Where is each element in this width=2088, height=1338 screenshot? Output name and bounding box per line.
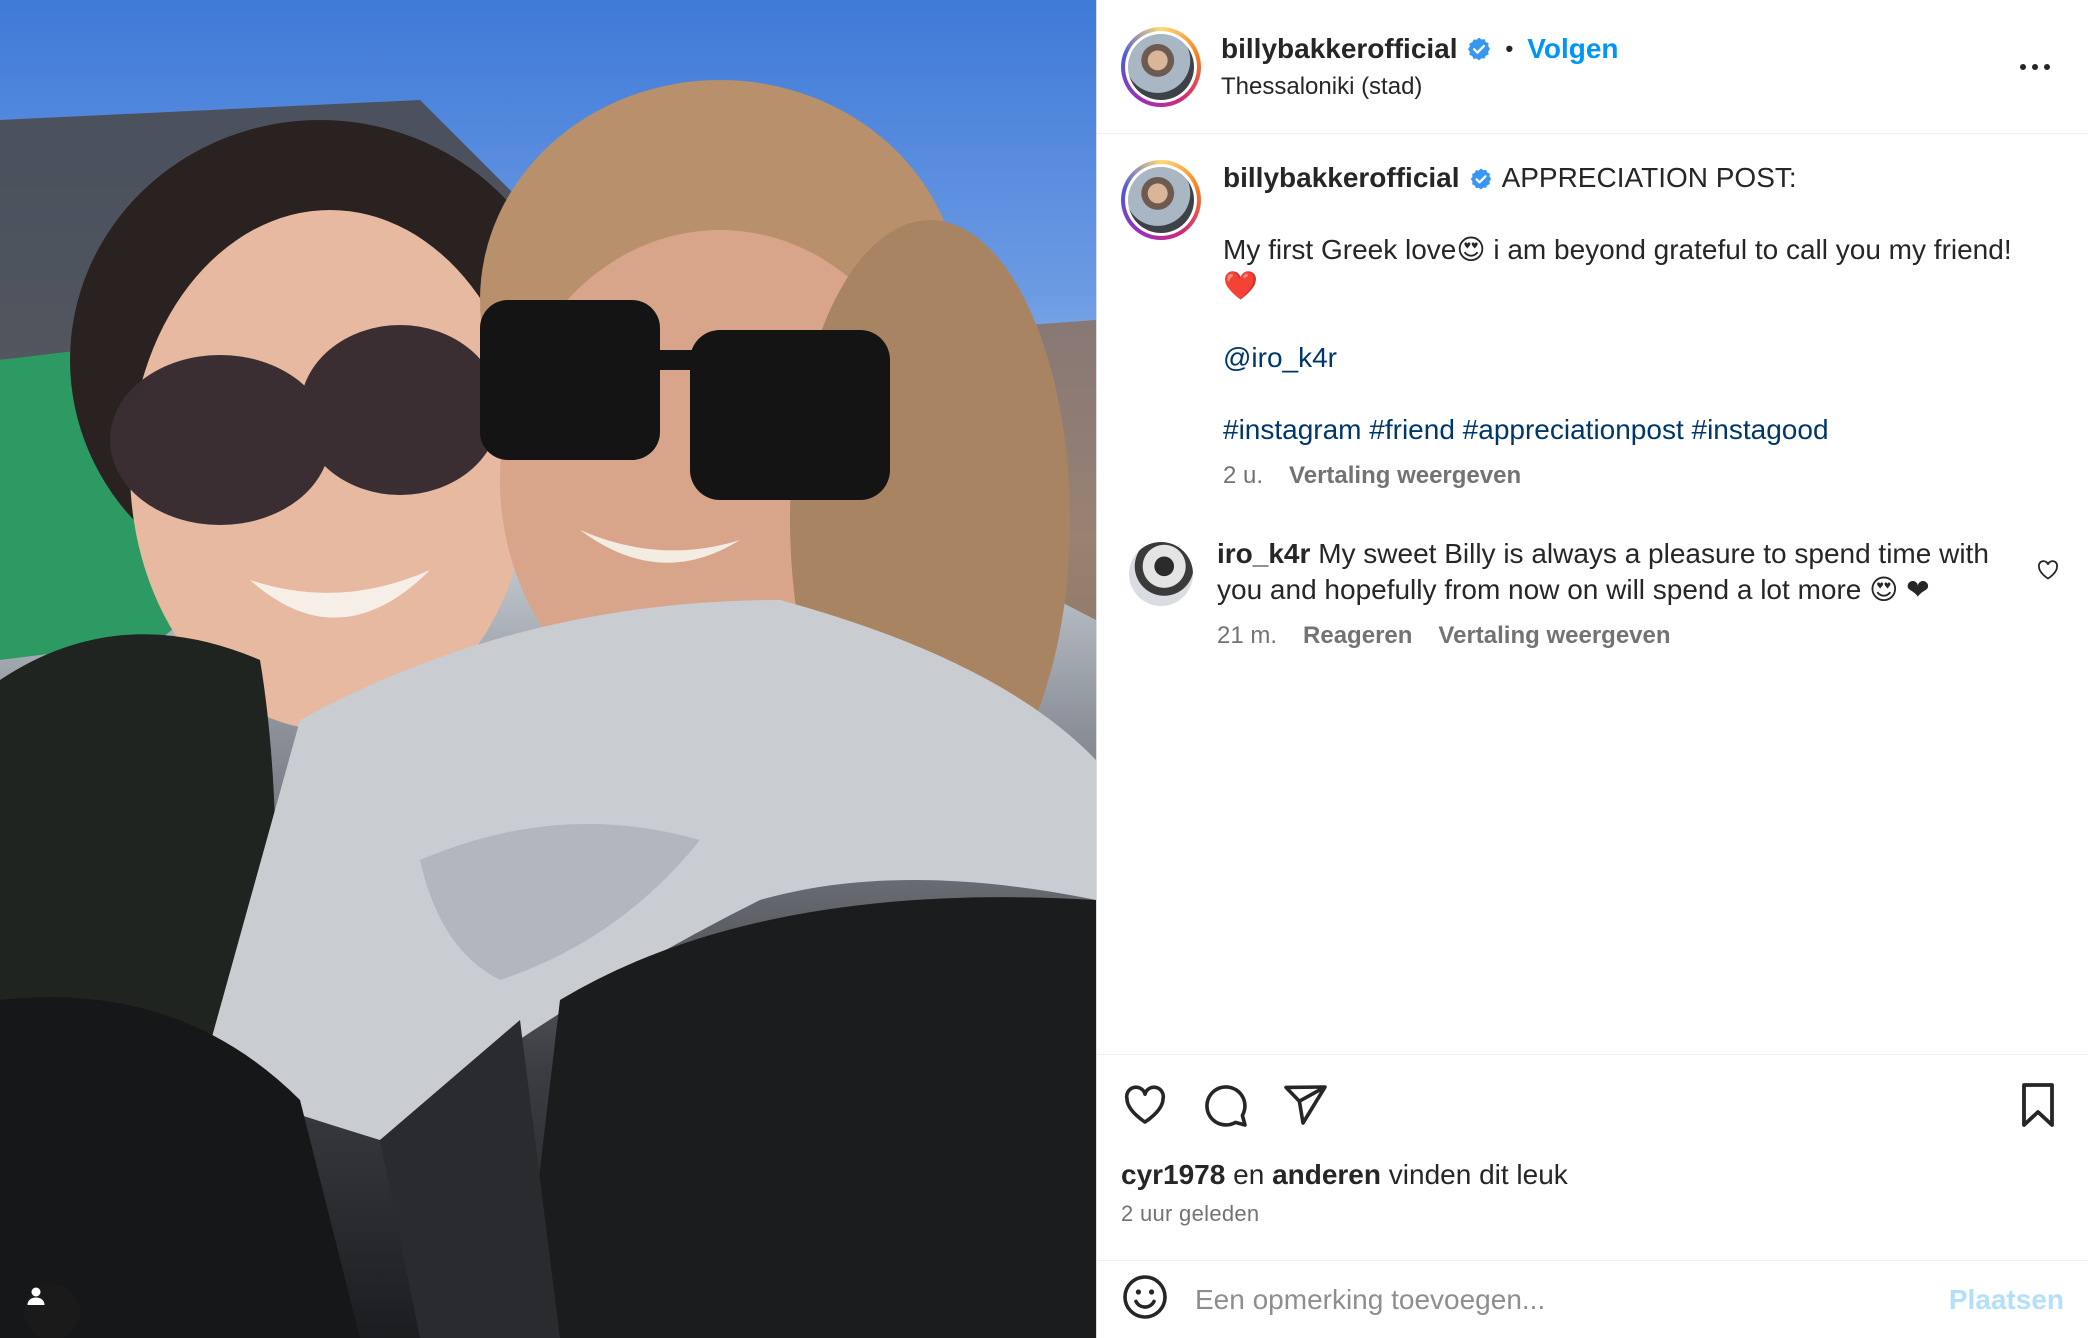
post-timestamp[interactable]: 2 uur geleden bbox=[1121, 1201, 2060, 1227]
caption-time[interactable]: 2 u. bbox=[1223, 458, 1263, 494]
author-info: billybakkerofficial • Volgen Thessalonik… bbox=[1221, 33, 1619, 101]
share-icon[interactable] bbox=[1281, 1081, 1329, 1129]
add-comment-bar: Plaatsen bbox=[1097, 1260, 2088, 1338]
post-header: billybakkerofficial • Volgen Thessalonik… bbox=[1097, 0, 2088, 134]
comments-section: billybakkerofficial APPRECIATION POST: M… bbox=[1097, 134, 2088, 1054]
post-side-panel: billybakkerofficial • Volgen Thessalonik… bbox=[1096, 0, 2088, 1338]
caption: billybakkerofficial APPRECIATION POST: M… bbox=[1121, 160, 2064, 494]
comment: iro_k4r My sweet Billy is always a pleas… bbox=[1121, 536, 2064, 654]
verified-badge-icon bbox=[1466, 36, 1492, 62]
heart-icon[interactable] bbox=[1121, 1081, 1169, 1129]
caption-hashtags[interactable]: #instagram #friend #appreciationpost #in… bbox=[1223, 414, 1829, 445]
commenter-username[interactable]: iro_k4r bbox=[1217, 538, 1310, 569]
post-comment-button[interactable]: Plaatsen bbox=[1949, 1284, 2064, 1316]
caption-text: My first Greek love😍 i am beyond gratefu… bbox=[1223, 234, 2012, 301]
caption-username[interactable]: billybakkerofficial bbox=[1223, 162, 1460, 193]
likes-and: en bbox=[1233, 1159, 1265, 1190]
user-tag-icon bbox=[27, 1287, 45, 1305]
author-avatar[interactable] bbox=[1121, 26, 1201, 107]
caption-mention-link[interactable]: @iro_k4r bbox=[1223, 342, 1337, 373]
comment-like-heart-icon[interactable] bbox=[2036, 558, 2060, 587]
selfie-illustration bbox=[0, 80, 1096, 1338]
comment-translate-button[interactable]: Vertaling weergeven bbox=[1438, 618, 1670, 654]
emoji-icon[interactable] bbox=[1121, 1273, 1169, 1326]
likes-suffix: vinden dit leuk bbox=[1388, 1159, 1568, 1190]
liker-username[interactable]: cyr1978 bbox=[1121, 1159, 1225, 1190]
commenter-avatar[interactable] bbox=[1129, 542, 1193, 606]
post-actions: cyr1978 en anderen vinden dit leuk 2 uur… bbox=[1097, 1054, 2088, 1260]
caption-avatar[interactable] bbox=[1121, 160, 1201, 240]
more-options-icon[interactable] bbox=[2010, 54, 2060, 80]
instagram-post: billybakkerofficial • Volgen Thessalonik… bbox=[0, 0, 2088, 1338]
save-icon[interactable] bbox=[2016, 1081, 2060, 1129]
caption-translate-button[interactable]: Vertaling weergeven bbox=[1289, 458, 1521, 494]
likes-summary: cyr1978 en anderen vinden dit leuk bbox=[1121, 1159, 2060, 1191]
follow-button[interactable]: Volgen bbox=[1527, 33, 1618, 65]
comment-input[interactable] bbox=[1193, 1282, 1949, 1317]
author-username[interactable]: billybakkerofficial bbox=[1221, 33, 1458, 65]
comment-text: My sweet Billy is always a pleasure to s… bbox=[1217, 538, 1989, 605]
post-photo[interactable] bbox=[0, 0, 1096, 1338]
post-location[interactable]: Thessaloniki (stad) bbox=[1221, 73, 1619, 101]
reply-button[interactable]: Reageren bbox=[1303, 618, 1412, 654]
likes-others-link[interactable]: anderen bbox=[1272, 1159, 1381, 1190]
verified-badge-icon bbox=[1471, 168, 1492, 190]
user-tag-button[interactable] bbox=[24, 1284, 80, 1338]
separator-dot: • bbox=[1505, 35, 1514, 61]
comment-icon[interactable] bbox=[1201, 1081, 1249, 1129]
comment-time[interactable]: 21 m. bbox=[1217, 618, 1277, 654]
caption-title: APPRECIATION POST: bbox=[1501, 162, 1797, 193]
